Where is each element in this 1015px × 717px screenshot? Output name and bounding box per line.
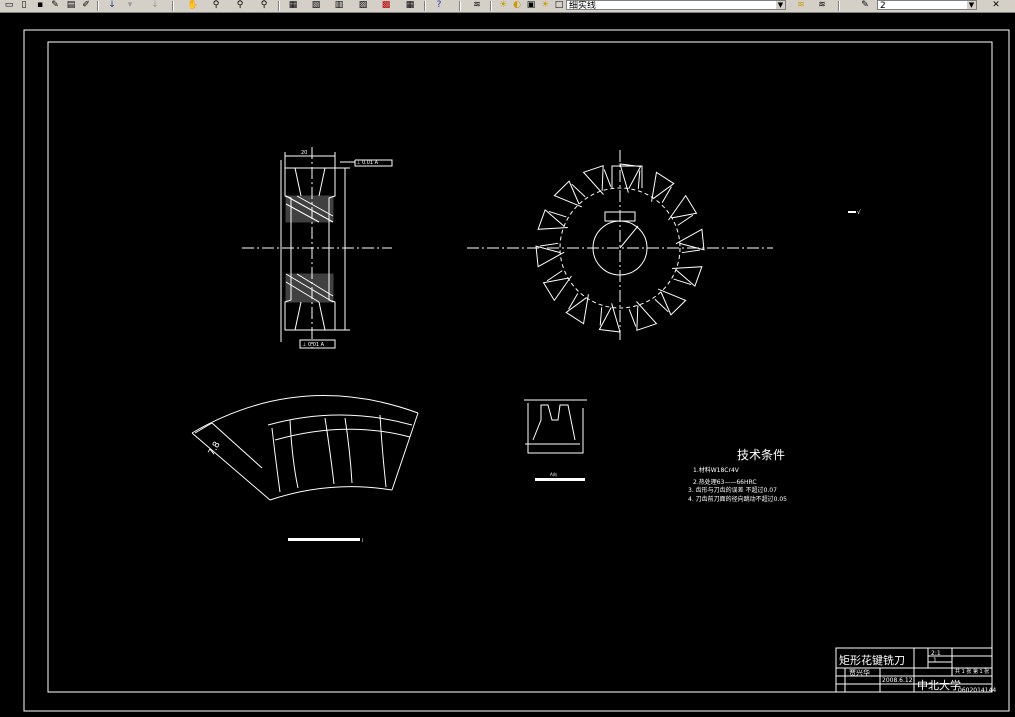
tech-item: 4. 刀齿前刀面的径向跳动不超过0.05 — [688, 495, 787, 503]
tooth-profile-view: A向 — [524, 399, 587, 481]
width-dimension: 20 — [301, 150, 307, 156]
tooth-face — [571, 183, 586, 198]
close-icon[interactable]: ✕ — [989, 0, 1003, 11]
lock-icon[interactable]: ▣ — [524, 0, 538, 11]
brush-icon[interactable]: ✎ — [48, 0, 62, 11]
roughness-mark: √ — [848, 209, 861, 216]
cutter-tooth — [565, 294, 589, 325]
cutter-tooth — [553, 180, 583, 208]
tech-item: 3. 齿形与刀齿的误差 不超过0.07 — [688, 486, 777, 494]
tooth-face — [673, 278, 692, 286]
tooth-face — [603, 169, 612, 187]
properties-icon[interactable]: ▦ — [286, 0, 300, 11]
cutter-tooth — [535, 245, 565, 268]
detail-arc-view: 7.8 I — [191, 395, 419, 543]
print-icon[interactable]: ▤ — [64, 0, 78, 11]
designer-name: 贾兴华 — [849, 668, 870, 677]
radius-leader — [619, 225, 639, 249]
match-properties-icon[interactable]: ✐ — [79, 0, 93, 11]
chevron-down-icon[interactable]: ▼ — [967, 1, 976, 9]
part-name: 矩形花键铣刀 — [839, 653, 905, 667]
angle-dimension: 7.8 — [207, 440, 223, 458]
chevron-down-icon[interactable]: ▼ — [776, 1, 785, 9]
tooth-face — [539, 242, 559, 247]
color-swatch-icon[interactable]: □ — [552, 0, 566, 11]
tech-item: 2.热处理63——66HRC — [693, 478, 757, 486]
outer-border — [23, 29, 1010, 712]
cutter-tooth — [598, 303, 621, 333]
linetype-value: 2 — [880, 1, 886, 10]
tooth-face — [599, 307, 603, 326]
tooth-face — [548, 210, 567, 218]
redo-icon[interactable]: ↓ — [148, 0, 162, 11]
markup-icon[interactable]: ▩ — [379, 0, 393, 11]
student-number: 0602014144 — [958, 687, 996, 694]
front-cutter-view — [467, 150, 773, 340]
svg-text:√: √ — [857, 209, 861, 216]
technical-requirements: 技术条件 1.材料W18Cr4V 2.热处理63——66HRC 3. 齿形与刀齿… — [688, 448, 787, 503]
tolerance-frame-bottom: ⊥ 0.01 A — [302, 342, 325, 348]
layer-state-icons[interactable]: ☀ — [496, 0, 510, 11]
open-icon[interactable]: ▯ — [17, 0, 31, 11]
cad-toolbar: ▭ ▯ ▪ ✎ ▤ ✐ ↓ ▾ ↓ ✋ ⚲ ⚲ ⚲ ▦ ▧ ▥ ▨ ▩ ▦ ? … — [0, 0, 1015, 13]
cutter-tooth — [651, 171, 675, 202]
cutter-tooth — [619, 163, 642, 193]
sheet-set-icon[interactable]: ▨ — [356, 0, 370, 11]
zoom-previous-icon[interactable]: ⚲ — [257, 0, 271, 11]
quantity-value: 1 — [933, 657, 937, 664]
cutter-tooth — [657, 288, 687, 316]
section-marker — [611, 165, 643, 188]
cutter-tooth — [582, 165, 604, 195]
tolerance-frame-top: ⊥ 0.01 A — [356, 160, 379, 166]
layer-manager-icon[interactable]: ≋ — [470, 0, 484, 11]
tech-title: 技术条件 — [737, 448, 785, 462]
help-icon[interactable]: ? — [432, 0, 446, 11]
side-section-view: 20 ⊥ 0.01 A ⊥ 0.01 A — [242, 147, 393, 349]
design-center-icon[interactable]: ▧ — [309, 0, 323, 11]
drawing-canvas[interactable]: 20 ⊥ 0.01 A ⊥ 0.01 A 7.8 I A向 √ 技术条件 1.材… — [0, 13, 1015, 717]
tech-item: 1.材料W18Cr4V — [693, 466, 740, 474]
layer-iso-icon[interactable]: ≋ — [815, 0, 829, 11]
tooth-face — [628, 309, 637, 327]
cutter-tooth — [675, 228, 705, 251]
school-name: 中北大学 — [917, 678, 961, 692]
inner-border — [47, 41, 993, 693]
scale-value: 2:1 — [931, 650, 941, 657]
detail-label: I — [362, 538, 363, 543]
cutter-tooth — [542, 275, 572, 302]
tool-palette-icon[interactable]: ▥ — [332, 0, 346, 11]
pan-icon[interactable]: ✋ — [186, 0, 200, 11]
calculator-icon[interactable]: ▦ — [403, 0, 417, 11]
sheet-info: 共 1 张 第 1 张 — [955, 668, 989, 675]
tooth-face — [637, 170, 641, 189]
new-icon[interactable]: ▭ — [2, 0, 16, 11]
cutter-tooth — [668, 194, 698, 221]
layer-name: 细实线 — [569, 1, 597, 10]
layer-dropdown[interactable]: 细实线 ▼ — [566, 0, 786, 10]
zoom-window-icon[interactable]: ⚲ — [233, 0, 247, 11]
light-bulb-icon[interactable]: ◐ — [510, 0, 524, 11]
tooth-face — [681, 249, 701, 254]
save-icon[interactable]: ▪ — [33, 0, 47, 11]
cutter-tooth — [636, 301, 658, 331]
match-properties-icon[interactable]: ✎ — [858, 0, 872, 11]
undo-icon[interactable]: ↓ — [105, 0, 119, 11]
title-block: 矩形花键铣刀 2:1 1 共 1 张 第 1 张 贾兴华 2008.6.12 中… — [835, 647, 996, 694]
tooth-face — [654, 298, 669, 313]
view-label-a: A向 — [550, 471, 557, 477]
design-date: 2008.6.12 — [882, 677, 913, 684]
zoom-realtime-icon[interactable]: ⚲ — [209, 0, 223, 11]
sun-icon[interactable]: ☀ — [538, 0, 552, 11]
linetype-dropdown[interactable]: 2 ▼ — [877, 0, 977, 10]
redo-icon[interactable]: ▾ — [123, 0, 137, 11]
layer-previous-icon[interactable]: ≋ — [794, 0, 808, 11]
